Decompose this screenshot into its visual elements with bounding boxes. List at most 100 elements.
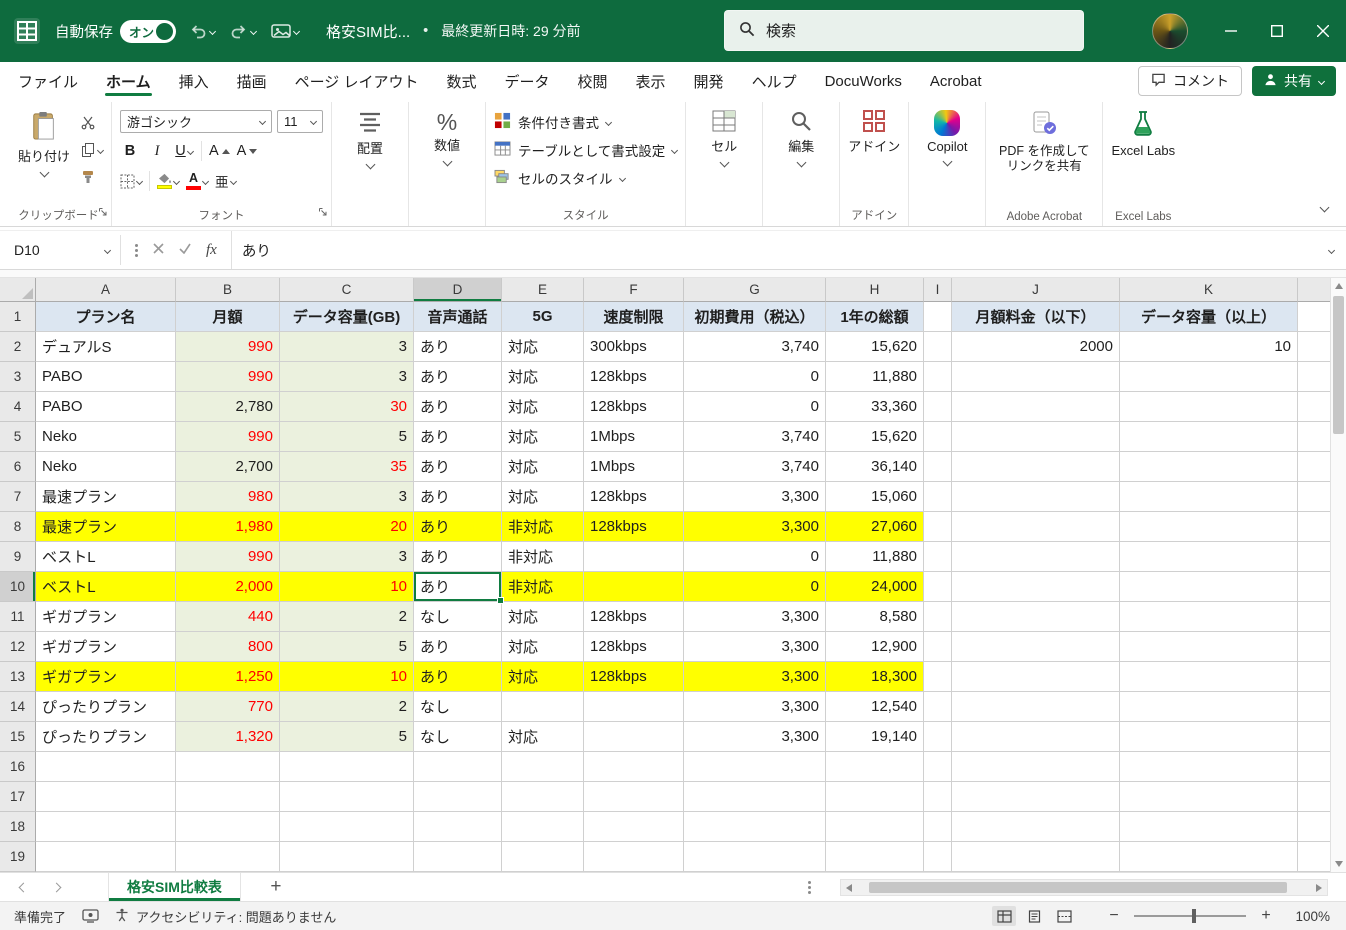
cell-A11[interactable]: ギガプラン — [36, 602, 176, 632]
zoom-slider[interactable] — [1134, 915, 1246, 917]
cell-K19[interactable] — [1120, 842, 1298, 872]
cell-E16[interactable] — [502, 752, 584, 782]
excel-app-icon[interactable] — [10, 14, 44, 48]
cell-D1[interactable]: 音声通話 — [414, 302, 502, 332]
cell-F2[interactable]: 300kbps — [584, 332, 684, 362]
row-header-9[interactable]: 9 — [0, 542, 36, 572]
cell-K3[interactable] — [1120, 362, 1298, 392]
underline-button[interactable]: U — [174, 140, 194, 162]
cell-E9[interactable]: 非対応 — [502, 542, 584, 572]
cell-J2[interactable]: 2000 — [952, 332, 1120, 362]
zoom-in-button[interactable]: + — [1259, 907, 1273, 925]
cell-G9[interactable]: 0 — [684, 542, 826, 572]
cell-G12[interactable]: 3,300 — [684, 632, 826, 662]
cell-I2[interactable] — [924, 332, 952, 362]
cell-B1[interactable]: 月額 — [176, 302, 280, 332]
cell-H13[interactable]: 18,300 — [826, 662, 924, 692]
cell-G10[interactable]: 0 — [684, 572, 826, 602]
cell-B2[interactable]: 990 — [176, 332, 280, 362]
select-all-button[interactable] — [0, 278, 36, 302]
cell-C4[interactable]: 30 — [280, 392, 414, 422]
search-box[interactable]: 検索 — [724, 10, 1084, 51]
cell-D15[interactable]: なし — [414, 722, 502, 752]
scroll-right-icon[interactable] — [1311, 880, 1327, 895]
cell-I19[interactable] — [924, 842, 952, 872]
cell-K10[interactable] — [1120, 572, 1298, 602]
cell-H1[interactable]: 1年の総額 — [826, 302, 924, 332]
cell-F6[interactable]: 1Mbps — [584, 452, 684, 482]
cell-J9[interactable] — [952, 542, 1120, 572]
cell-H18[interactable] — [826, 812, 924, 842]
column-header-D[interactable]: D — [414, 278, 502, 302]
ribbon-tab-5[interactable]: 数式 — [444, 62, 478, 100]
ribbon-tab-6[interactable]: データ — [503, 62, 552, 100]
cell-G17[interactable] — [684, 782, 826, 812]
cell-H15[interactable]: 19,140 — [826, 722, 924, 752]
cell-F12[interactable]: 128kbps — [584, 632, 684, 662]
cell-H2[interactable]: 15,620 — [826, 332, 924, 362]
row-header-14[interactable]: 14 — [0, 692, 36, 722]
macro-record-icon[interactable] — [82, 909, 99, 923]
increase-font-size-button[interactable]: A — [209, 140, 230, 162]
cell-J13[interactable] — [952, 662, 1120, 692]
decrease-font-size-button[interactable]: A — [237, 140, 258, 162]
cell-G15[interactable]: 3,300 — [684, 722, 826, 752]
cell-I18[interactable] — [924, 812, 952, 842]
cell-J3[interactable] — [952, 362, 1120, 392]
formula-bar-expand-icon[interactable] — [1316, 231, 1346, 269]
cell-K11[interactable] — [1120, 602, 1298, 632]
cell-H9[interactable]: 11,880 — [826, 542, 924, 572]
column-header-J[interactable]: J — [952, 278, 1120, 302]
cell-K17[interactable] — [1120, 782, 1298, 812]
cell-J1[interactable]: 月額料金（以下） — [952, 302, 1120, 332]
cell-B15[interactable]: 1,320 — [176, 722, 280, 752]
cell-D17[interactable] — [414, 782, 502, 812]
cell-D18[interactable] — [414, 812, 502, 842]
cell-F11[interactable]: 128kbps — [584, 602, 684, 632]
cell-G3[interactable]: 0 — [684, 362, 826, 392]
bold-button[interactable]: B — [120, 140, 140, 162]
cell-F19[interactable] — [584, 842, 684, 872]
cell-F16[interactable] — [584, 752, 684, 782]
cell-D3[interactable]: あり — [414, 362, 502, 392]
cell-A19[interactable] — [36, 842, 176, 872]
cell-C11[interactable]: 2 — [280, 602, 414, 632]
column-header-E[interactable]: E — [502, 278, 584, 302]
cell-H17[interactable] — [826, 782, 924, 812]
cell-I11[interactable] — [924, 602, 952, 632]
cell-C1[interactable]: データ容量(GB) — [280, 302, 414, 332]
excel-labs-button[interactable]: Excel Labs — [1111, 105, 1175, 160]
cell-E8[interactable]: 非対応 — [502, 512, 584, 542]
cell-J16[interactable] — [952, 752, 1120, 782]
row-header-18[interactable]: 18 — [0, 812, 36, 842]
cell-G16[interactable] — [684, 752, 826, 782]
cell-A18[interactable] — [36, 812, 176, 842]
zoom-level[interactable]: 100% — [1286, 909, 1330, 924]
cell-D10[interactable]: あり — [414, 572, 502, 602]
row-header-5[interactable]: 5 — [0, 422, 36, 452]
cell-D19[interactable] — [414, 842, 502, 872]
cell-K8[interactable] — [1120, 512, 1298, 542]
cell-C6[interactable]: 35 — [280, 452, 414, 482]
cell-B3[interactable]: 990 — [176, 362, 280, 392]
row-header-1[interactable]: 1 — [0, 302, 36, 332]
cell-J4[interactable] — [952, 392, 1120, 422]
ribbon-tab-8[interactable]: 表示 — [634, 62, 668, 100]
ribbon-tab-10[interactable]: ヘルプ — [750, 62, 799, 100]
cell-H10[interactable]: 24,000 — [826, 572, 924, 602]
cell-D12[interactable]: あり — [414, 632, 502, 662]
cell-I1[interactable] — [924, 302, 952, 332]
cell-I6[interactable] — [924, 452, 952, 482]
ribbon-tab-12[interactable]: Acrobat — [928, 62, 984, 100]
cell-G1[interactable]: 初期費用（税込） — [684, 302, 826, 332]
row-header-7[interactable]: 7 — [0, 482, 36, 512]
cell-A12[interactable]: ギガプラン — [36, 632, 176, 662]
cell-A8[interactable]: 最速プラン — [36, 512, 176, 542]
cell-B12[interactable]: 800 — [176, 632, 280, 662]
conditional-formatting-button[interactable]: 条件付き書式 — [494, 112, 677, 132]
cell-E6[interactable]: 対応 — [502, 452, 584, 482]
cell-J8[interactable] — [952, 512, 1120, 542]
accessibility-checker-button[interactable]: アクセシビリティ: 問題ありません — [115, 907, 336, 926]
ribbon-tab-3[interactable]: 描画 — [235, 62, 269, 100]
autosave-toggle[interactable]: オン — [120, 20, 176, 43]
